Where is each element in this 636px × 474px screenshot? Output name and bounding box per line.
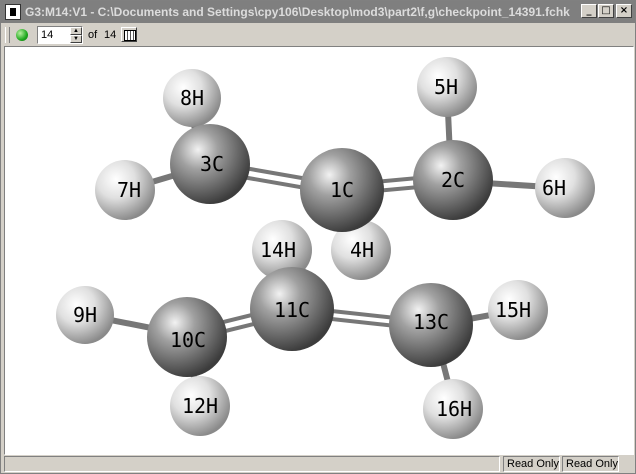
frame-number-input[interactable]: 14 ▲ ▼ [37, 26, 83, 44]
status-message-panel [4, 456, 500, 472]
spin-up-button[interactable]: ▲ [70, 27, 82, 35]
label-10c: 10C [170, 328, 206, 352]
total-frames-label: 14 [104, 29, 117, 41]
atom-labels: 4H 8H 5H 7H 6H 3C 2C 1C 14H 9H 15H 10C 1… [73, 75, 566, 421]
frame-number-value: 14 [41, 29, 54, 41]
app-icon[interactable] [5, 4, 21, 20]
label-9h: 9H [73, 303, 97, 327]
label-8h: 8H [180, 86, 204, 110]
window-title: G3:M14:V1 - C:\Documents and Settings\cp… [25, 5, 570, 19]
label-6h: 6H [542, 176, 566, 200]
minimize-icon[interactable]: _ [581, 4, 597, 18]
title-bar[interactable]: G3:M14:V1 - C:\Documents and Settings\cp… [1, 1, 635, 23]
spin-down-button[interactable]: ▼ [70, 35, 82, 43]
label-2c: 2C [441, 168, 465, 192]
gaussview-window: G3:M14:V1 - C:\Documents and Settings\cp… [0, 0, 636, 474]
label-5h: 5H [434, 75, 458, 99]
label-15h: 15H [495, 298, 531, 322]
label-12h: 12H [182, 394, 218, 418]
maximize-icon[interactable]: □ [598, 4, 614, 18]
toolbar-grip[interactable] [5, 27, 10, 43]
read-only-indicator-1: Read Only [503, 456, 560, 472]
of-label: of [88, 29, 98, 41]
close-icon[interactable]: × [616, 4, 632, 18]
molecule-canvas[interactable]: 4H 8H 5H 7H 6H 3C 2C 1C 14H 9H 15H 10C 1… [5, 47, 633, 454]
molecule-viewport[interactable]: 4H 8H 5H 7H 6H 3C 2C 1C 14H 9H 15H 10C 1… [4, 46, 634, 455]
label-3c: 3C [200, 152, 224, 176]
label-14h: 14H [260, 238, 296, 262]
label-7h: 7H [117, 178, 141, 202]
green-circle-icon [16, 29, 28, 41]
label-1c: 1C [330, 178, 354, 202]
frames-table-icon[interactable] [121, 27, 137, 42]
atoms [56, 57, 595, 439]
read-only-indicator-2: Read Only [562, 456, 619, 472]
resize-grip-icon[interactable] [621, 456, 633, 472]
label-11c: 11C [274, 298, 310, 322]
status-bar: Read Only Read Only [1, 455, 635, 473]
label-16h: 16H [436, 397, 472, 421]
animation-toolbar: 14 ▲ ▼ of 14 [1, 24, 635, 46]
label-13c: 13C [413, 310, 449, 334]
label-4h: 4H [350, 238, 374, 262]
